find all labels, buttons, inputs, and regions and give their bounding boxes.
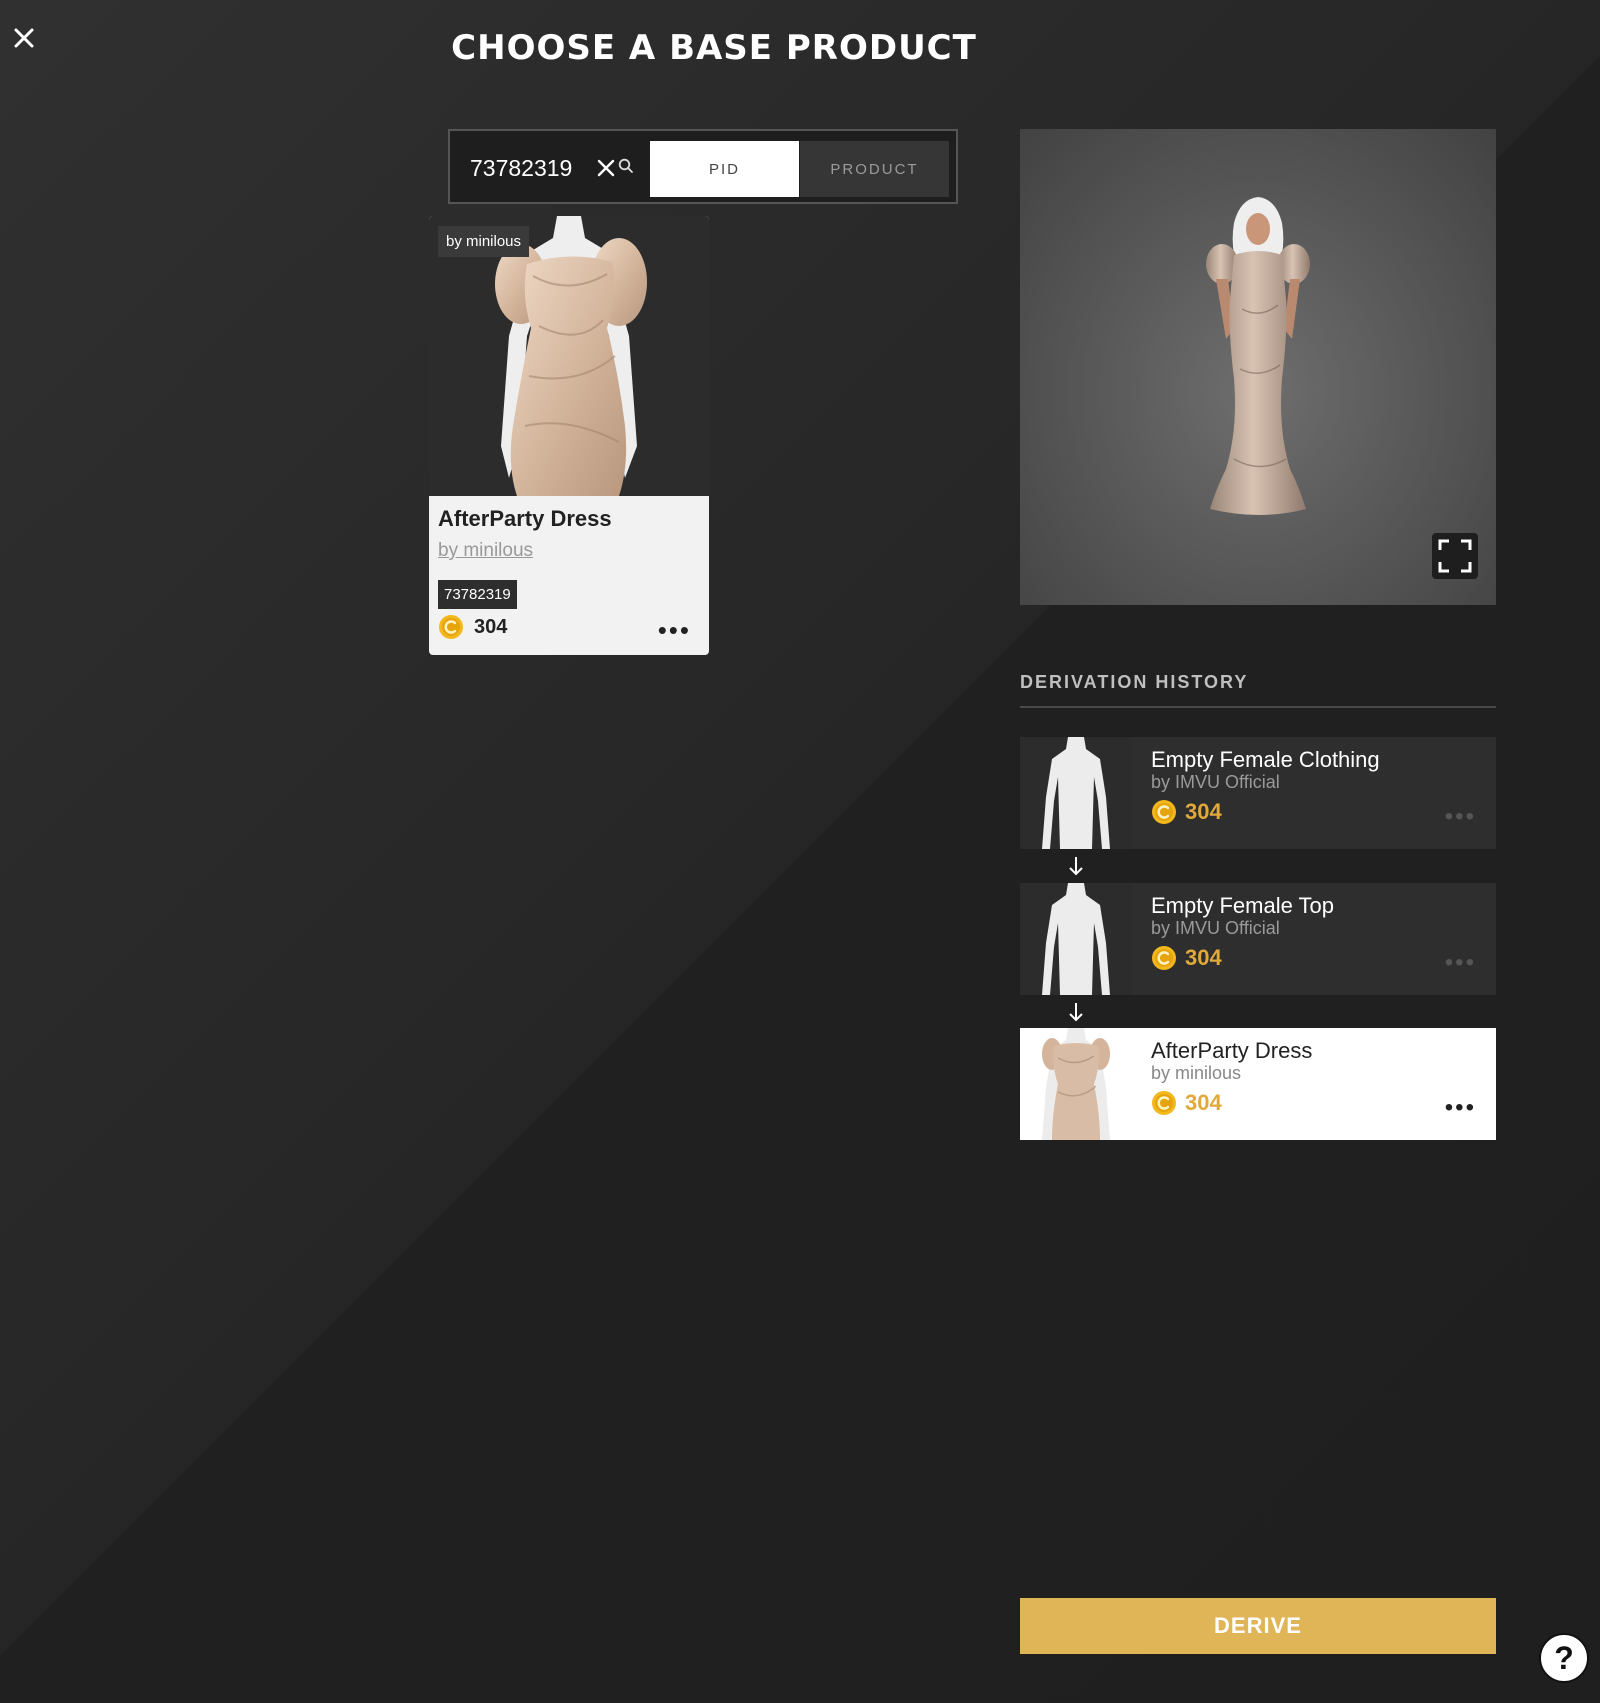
history-thumbnail [1020, 1028, 1132, 1140]
tab-product[interactable]: PRODUCT [800, 141, 949, 197]
pid-badge: 73782319 [438, 580, 517, 609]
history-item-price: 304 [1151, 799, 1222, 825]
credits-coin-icon [439, 615, 463, 639]
history-item-name: Empty Female Top [1151, 893, 1335, 918]
history-item[interactable]: Empty Female Top by IMVU Official 304 ••… [1020, 883, 1496, 995]
history-item-creator: by minilous [1151, 1063, 1242, 1083]
close-icon[interactable] [597, 159, 615, 177]
credits-coin-icon [1152, 946, 1176, 970]
history-item-creator: by IMVU Official [1151, 918, 1280, 938]
search-input[interactable] [468, 151, 597, 185]
history-thumbnail [1020, 737, 1132, 849]
search-bar: PID PRODUCT [448, 129, 958, 204]
history-thumbnail [1020, 883, 1132, 995]
product-name: AfterParty Dress [438, 506, 612, 531]
history-item-name: AfterParty Dress [1151, 1038, 1313, 1063]
product-card[interactable]: by minilous AfterParty Dress by minilous… [429, 216, 709, 655]
fullscreen-button[interactable] [1432, 533, 1478, 579]
creator-link[interactable]: by minilous [438, 540, 533, 562]
history-item-price: 304 [1151, 1090, 1222, 1116]
history-item-creator: by IMVU Official [1151, 772, 1280, 792]
more-dots-icon[interactable]: ••• [1445, 949, 1476, 977]
creator-badge: by minilous [438, 226, 530, 257]
arrow-down-icon [1069, 1003, 1083, 1022]
credits-coin-icon [1152, 800, 1176, 824]
mannequin-image [1020, 737, 1132, 849]
help-button[interactable]: ? [1539, 1633, 1589, 1683]
arrow-down-icon [1069, 857, 1083, 876]
history-item[interactable]: Empty Female Clothing by IMVU Official 3… [1020, 737, 1496, 849]
more-dots-icon[interactable]: ••• [1445, 1094, 1476, 1122]
price-value: 304 [1185, 799, 1222, 824]
credits-coin-icon [1152, 1091, 1176, 1115]
derive-button[interactable]: DERIVE [1020, 1598, 1496, 1654]
price-value: 304 [1185, 945, 1222, 970]
dress-image [1020, 1028, 1132, 1140]
search-icon[interactable] [618, 158, 634, 174]
derivation-history-title: DERIVATION HISTORY [1020, 672, 1249, 692]
history-item-name: Empty Female Clothing [1151, 747, 1380, 772]
divider [1020, 706, 1496, 708]
page-title: CHOOSE A BASE PRODUCT [451, 28, 977, 68]
price-value: 304 [1185, 1090, 1222, 1115]
more-dots-icon[interactable]: ••• [1445, 803, 1476, 831]
history-item-selected[interactable]: AfterParty Dress by minilous 304 ••• [1020, 1028, 1496, 1140]
tab-pid[interactable]: PID [650, 141, 799, 197]
avatar-preview [1206, 197, 1310, 515]
price-value: 304 [474, 615, 508, 638]
history-item-price: 304 [1151, 945, 1222, 971]
more-dots-icon[interactable]: ••• [658, 615, 691, 646]
product-image: by minilous [429, 216, 709, 496]
product-preview[interactable] [1020, 129, 1496, 605]
dress-image [495, 216, 647, 496]
mannequin-image [1020, 883, 1132, 995]
product-price: 304 [438, 614, 507, 640]
fullscreen-icon [1438, 539, 1472, 573]
